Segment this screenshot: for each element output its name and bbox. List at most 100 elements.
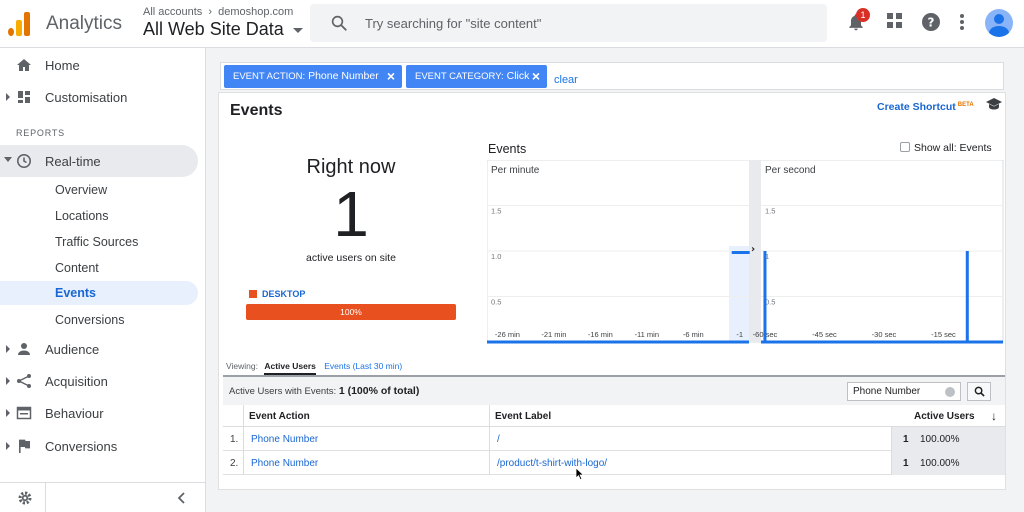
row-event-action[interactable]: Phone Number xyxy=(251,434,318,445)
row-active-users: 1 xyxy=(903,458,909,469)
col-event-action[interactable]: Event Action xyxy=(249,411,310,422)
events-table: Active Users with Events: 1 (100% of tot… xyxy=(223,375,1005,475)
search-bar[interactable]: Try searching for "site content" xyxy=(310,4,827,42)
show-all-checkbox[interactable]: Show all: Events xyxy=(900,142,992,154)
sidebar-item-acquisition[interactable]: Acquisition xyxy=(0,366,198,396)
x-tick-label: -11 min xyxy=(635,330,659,339)
sidebar-item-audience[interactable]: Audience xyxy=(0,334,198,364)
x-tick-label: -15 sec xyxy=(931,330,956,339)
sidebar-item-conversions[interactable]: Conversions xyxy=(0,431,198,461)
data-bar xyxy=(763,251,767,342)
filter-chip-event-category[interactable]: EVENT CATEGORY: Click × xyxy=(406,65,547,88)
row-event-label[interactable]: /product/t-shirt-with-logo/ xyxy=(497,458,607,469)
x-tick-label: -1 xyxy=(736,330,743,339)
sidebar-item-realtime[interactable]: Real-time xyxy=(0,145,198,177)
sort-desc-icon[interactable]: ↓ xyxy=(991,409,997,423)
analytics-logo-icon[interactable] xyxy=(8,10,32,36)
row-event-action[interactable]: Phone Number xyxy=(251,458,318,469)
sidebar-item-label: Behaviour xyxy=(45,406,104,421)
search-icon xyxy=(974,386,985,397)
sidebar-subitem-content[interactable]: Content xyxy=(0,256,198,280)
sidebar-subitem-events[interactable]: Events xyxy=(0,281,198,305)
y-tick-label: 0.5 xyxy=(491,298,501,307)
device-bar: 100% xyxy=(246,304,456,320)
caret-down-icon xyxy=(292,27,303,33)
view-selector[interactable]: All Web Site Data xyxy=(143,19,303,40)
sidebar-item-behaviour[interactable]: Behaviour xyxy=(0,398,198,428)
sidebar-item-label: Home xyxy=(45,58,80,73)
clear-search-icon[interactable] xyxy=(945,387,955,397)
create-shortcut-link[interactable]: Create Shortcut BETA xyxy=(877,101,974,113)
apps-grid-icon xyxy=(887,13,902,28)
sidebar-footer xyxy=(0,482,206,512)
more-options-button[interactable] xyxy=(955,12,977,34)
x-tick-label: -30 sec xyxy=(872,330,897,339)
beta-badge: BETA xyxy=(957,101,974,108)
sidebar-subitem-overview[interactable]: Overview xyxy=(0,178,198,202)
row-percent: 100.00% xyxy=(920,434,960,445)
account-breadcrumb[interactable]: All accounts › demoshop.com xyxy=(143,6,293,18)
filter-chip-event-action[interactable]: EVENT ACTION: Phone Number × xyxy=(224,65,402,88)
y-tick-label: 1.0 xyxy=(491,252,501,261)
collapse-arrow-icon xyxy=(4,157,12,162)
row-number: 1. xyxy=(230,434,239,445)
graduation-cap-icon[interactable] xyxy=(985,97,1003,111)
clear-filters-link[interactable]: clear xyxy=(554,74,578,86)
dashboard-icon xyxy=(18,91,30,103)
notification-badge: 1 xyxy=(856,8,870,22)
table-summary: Active Users with Events: 1 (100% of tot… xyxy=(223,375,1005,405)
device-bar-fill: 100% xyxy=(246,304,456,320)
search-icon xyxy=(331,15,347,31)
data-bar xyxy=(731,251,750,254)
right-now-label: Right now xyxy=(306,156,396,178)
tab-active-users[interactable]: Active Users xyxy=(264,361,316,375)
sidebar-subitem-traffic-sources[interactable]: Traffic Sources xyxy=(0,230,198,254)
footer-divider xyxy=(45,483,46,512)
account-avatar[interactable] xyxy=(985,9,1013,37)
behaviour-icon xyxy=(16,406,32,420)
help-button[interactable]: ? xyxy=(921,12,943,34)
y-tick-label: 1.5 xyxy=(765,207,775,216)
chevron-left-icon[interactable] xyxy=(176,491,188,505)
row-percent: 100.00% xyxy=(920,458,960,469)
sidebar-item-label: Customisation xyxy=(45,90,128,105)
sidebar-subitem-conversions[interactable]: Conversions xyxy=(0,308,198,332)
tab-events-last-30[interactable]: Events (Last 30 min) xyxy=(324,361,402,371)
column-divider xyxy=(891,427,892,475)
table-search-value: Phone Number xyxy=(853,386,921,397)
column-divider xyxy=(243,405,244,475)
column-divider xyxy=(489,405,490,475)
flag-icon xyxy=(19,439,30,453)
events-chart-title: Events xyxy=(488,142,527,156)
panel-title: Per second xyxy=(765,165,816,176)
breadcrumb-account[interactable]: All accounts xyxy=(143,6,202,18)
sidebar-subitem-label: Locations xyxy=(55,209,109,223)
current-minute-highlight xyxy=(729,246,749,342)
apps-button[interactable] xyxy=(886,12,908,34)
col-event-label[interactable]: Event Label xyxy=(495,411,551,422)
col-active-users[interactable]: Active Users xyxy=(914,411,975,422)
gear-icon[interactable] xyxy=(17,490,33,506)
filter-bar: EVENT ACTION: Phone Number × EVENT CATEG… xyxy=(220,62,1004,90)
events-chart: › Per minute 1.5 1.0 0.5 -26 min -21 min -16 mi… xyxy=(487,160,1004,344)
x-tick-label: -45 sec xyxy=(812,330,837,339)
row-number: 2. xyxy=(230,458,239,469)
x-tick-label: -6 min xyxy=(683,330,704,339)
close-icon[interactable]: × xyxy=(387,65,395,88)
sidebar-item-label: Audience xyxy=(45,342,100,357)
filter-chip-value: Click xyxy=(506,70,530,82)
close-icon[interactable]: × xyxy=(532,65,540,88)
legend-swatch xyxy=(249,290,257,298)
table-search-input[interactable]: Phone Number xyxy=(847,382,961,401)
sidebar-item-home[interactable]: Home xyxy=(0,50,198,80)
row-event-label[interactable]: / xyxy=(497,434,500,445)
breadcrumb-property[interactable]: demoshop.com xyxy=(218,6,293,18)
device-label: DESKTOP xyxy=(262,289,306,299)
app-title: Analytics xyxy=(46,13,123,34)
sidebar-subitem-locations[interactable]: Locations xyxy=(0,204,198,228)
acquisition-icon xyxy=(17,374,31,388)
notifications-button[interactable]: 1 xyxy=(846,8,870,34)
summary-label: Active Users with Events: xyxy=(229,386,337,397)
table-search-button[interactable] xyxy=(967,382,991,401)
sidebar-item-customisation[interactable]: Customisation xyxy=(0,82,198,112)
